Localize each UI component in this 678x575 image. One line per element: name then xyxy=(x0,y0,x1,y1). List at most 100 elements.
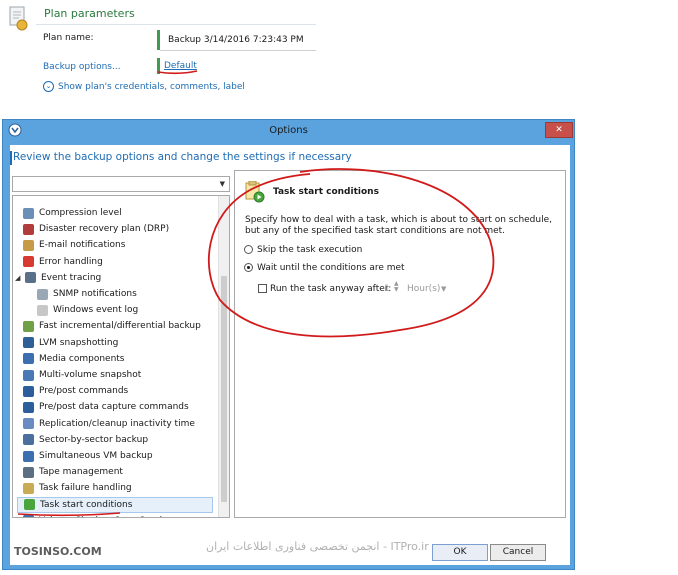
lvm-icon xyxy=(23,337,34,349)
tree-item-pre-post-data-capture-commands[interactable]: Pre/post data capture commands xyxy=(23,399,189,415)
backup-options-default-link[interactable]: Default xyxy=(164,61,197,71)
email-icon xyxy=(23,239,34,251)
plan-name-label: Plan name: xyxy=(43,33,94,43)
task-start-conditions-icon xyxy=(245,180,265,203)
cancel-button[interactable]: Cancel xyxy=(490,544,546,561)
plan-parameters-title: Plan parameters xyxy=(44,7,135,20)
tree-item-label: LVM snapshotting xyxy=(39,337,119,348)
tree-item-windows-event-log[interactable]: Windows event log xyxy=(37,302,138,318)
tree-item-label: Multi-volume snapshot xyxy=(39,370,142,380)
tree-scrollbar[interactable] xyxy=(218,196,229,517)
watermark-right: انجمن تخصصی فناوری اطلاعات ایران - ITPro… xyxy=(206,540,429,553)
dialog-titlebar[interactable]: Options ✕ xyxy=(2,119,575,143)
failure-icon xyxy=(23,482,34,494)
tree-item-label: Event tracing xyxy=(41,272,102,283)
dropdown-arrow-icon: ▼ xyxy=(219,180,225,188)
tree-item-label: Task start conditions xyxy=(40,499,133,510)
wait-conditions-label: Wait until the conditions are met xyxy=(257,263,405,273)
close-button[interactable]: ✕ xyxy=(545,122,573,138)
tree-item-label: Pre/post data capture commands xyxy=(39,402,189,413)
tree-item-task-start-conditions[interactable]: Task start conditions xyxy=(17,496,213,513)
tree-item-volume-shadow-copy-service[interactable]: Volume Shadow Copy Service xyxy=(23,513,173,517)
prepost-data-icon xyxy=(23,401,34,413)
media-icon xyxy=(23,353,34,365)
value-spinner-icon[interactable]: ▲ ▼ xyxy=(394,281,399,293)
run-anyway-value[interactable]: 1 xyxy=(384,284,390,294)
tree-item-media-components[interactable]: Media components xyxy=(23,351,125,367)
tree-item-simultaneous-vm-backup[interactable]: Simultaneous VM backup xyxy=(23,448,153,464)
tree-item-task-failure-handling[interactable]: Task failure handling xyxy=(23,480,132,496)
prepost-icon xyxy=(23,385,34,397)
plan-name-field[interactable]: Backup 3/14/2016 7:23:43 PM xyxy=(160,30,316,51)
skip-task-radio[interactable] xyxy=(244,245,253,254)
tree-item-label: E-mail notifications xyxy=(39,240,126,251)
tree-item-error-handling[interactable]: Error handling xyxy=(23,254,103,270)
tree-item-lvm-snapshotting[interactable]: LVM snapshotting xyxy=(23,335,118,351)
tape-icon xyxy=(23,466,34,478)
plan-parameters-icon xyxy=(8,6,30,32)
options-tree[interactable]: Compression level Disaster recovery plan … xyxy=(12,195,230,518)
tree-item-e-mail-notifications[interactable]: E-mail notifications xyxy=(23,237,125,253)
chevron-down-icon: ⌄ xyxy=(43,81,54,92)
header-divider xyxy=(36,24,316,25)
tree-item-pre-post-commands[interactable]: Pre/post commands xyxy=(23,383,128,399)
run-anyway-checkbox[interactable] xyxy=(258,284,267,293)
tree-item-label: Task failure handling xyxy=(39,483,132,494)
tree-item-label: Sector-by-sector backup xyxy=(39,434,149,445)
skip-task-label: Skip the task execution xyxy=(257,245,363,255)
tree-item-multi-volume-snapshot[interactable]: Multi-volume snapshot xyxy=(23,367,141,383)
dialog-banner: Review the backup options and change the… xyxy=(13,151,352,163)
tree-item-compression-level[interactable]: Compression level xyxy=(23,205,122,221)
snmp-icon xyxy=(37,288,48,300)
drp-icon xyxy=(23,223,34,235)
start-conditions-icon xyxy=(24,499,35,511)
show-credentials-label: Show plan's credentials, comments, label xyxy=(58,81,245,92)
run-anyway-unit[interactable]: Hour(s) xyxy=(407,284,440,294)
event-icon xyxy=(25,272,36,284)
tree-item-label: Windows event log xyxy=(53,305,139,316)
multivol-icon xyxy=(23,369,34,381)
watermark-left: TOSINSO.COM xyxy=(14,545,102,558)
unit-dropdown-arrow-icon[interactable]: ▼ xyxy=(441,285,446,293)
tree-scrollbar-thumb[interactable] xyxy=(221,276,227,502)
tree-item-event-tracing[interactable]: ◢ Event tracing xyxy=(15,270,101,286)
tree-item-disaster-recovery-plan-drp[interactable]: Disaster recovery plan (DRP) xyxy=(23,221,169,237)
tree-item-label: Pre/post commands xyxy=(39,386,129,397)
detail-title: Task start conditions xyxy=(273,187,379,197)
tree-item-label: Compression level xyxy=(39,208,122,218)
show-credentials-link[interactable]: ⌄ Show plan's credentials, comments, lab… xyxy=(43,81,245,92)
tree-item-fast-incremental-differential-backup[interactable]: Fast incremental/differential backup xyxy=(23,318,201,334)
winlog-icon xyxy=(37,304,48,316)
tree-item-label: Tape management xyxy=(39,467,123,478)
tree-item-sector-by-sector-backup[interactable]: Sector-by-sector backup xyxy=(23,432,148,448)
fast-icon xyxy=(23,320,34,332)
options-filter-dropdown[interactable]: ▼ xyxy=(12,176,230,192)
tree-item-snmp-notifications[interactable]: SNMP notifications xyxy=(37,286,137,302)
run-anyway-label: Run the task anyway after: xyxy=(270,284,392,294)
detail-description: Specify how to deal with a task, which i… xyxy=(245,215,553,236)
tree-item-label: Simultaneous VM backup xyxy=(39,451,153,461)
backup-options-link[interactable]: Backup options... xyxy=(43,62,121,72)
tree-item-label: Error handling xyxy=(39,256,103,267)
sector-icon xyxy=(23,434,34,446)
vm-icon xyxy=(23,450,34,462)
tree-item-label: SNMP notifications xyxy=(53,289,137,299)
tree-item-label: Media components xyxy=(39,353,125,364)
vss-icon xyxy=(23,515,34,517)
tree-item-label: Volume Shadow Copy Service xyxy=(39,516,173,517)
banner-accent xyxy=(10,151,12,165)
ok-button[interactable]: OK xyxy=(432,544,488,561)
tree-item-tape-management[interactable]: Tape management xyxy=(23,464,123,480)
replication-icon xyxy=(23,418,34,430)
dialog-app-icon xyxy=(8,123,22,137)
compression-icon xyxy=(23,207,34,219)
tree-item-replication-cleanup-inactivity-time[interactable]: Replication/cleanup inactivity time xyxy=(23,416,195,432)
expand-arrow-icon[interactable]: ◢ xyxy=(15,274,23,282)
tree-item-label: Fast incremental/differential backup xyxy=(39,321,201,332)
plan-name-value: Backup 3/14/2016 7:23:43 PM xyxy=(168,35,304,45)
wait-conditions-radio[interactable] xyxy=(244,263,253,272)
dialog-title: Options xyxy=(269,125,308,136)
tree-item-label: Disaster recovery plan (DRP) xyxy=(39,224,170,235)
backup-options-accent xyxy=(157,58,160,74)
error-icon xyxy=(23,256,34,268)
